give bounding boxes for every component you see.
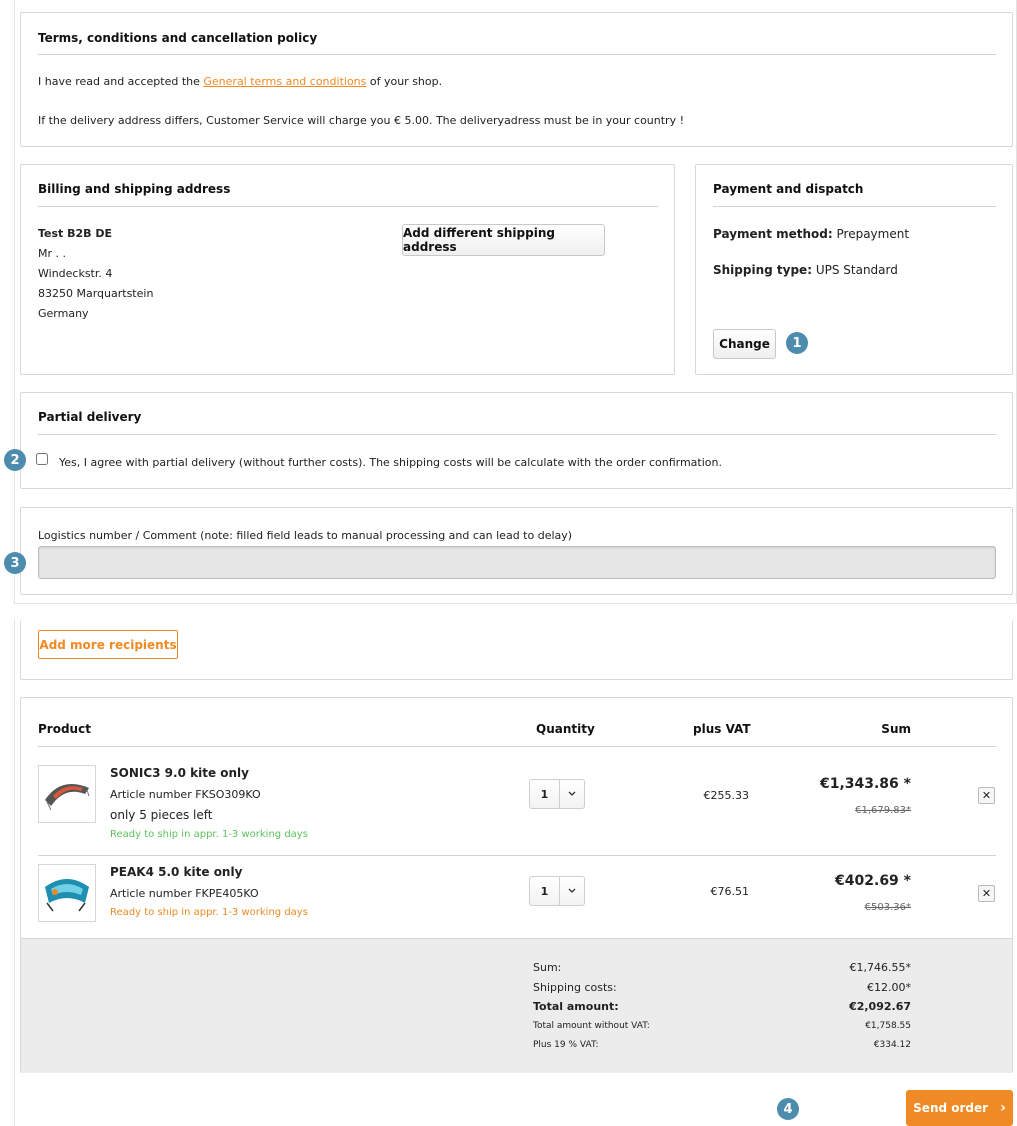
send-order-button[interactable]: Send order › bbox=[906, 1090, 1013, 1126]
product-name[interactable]: SONIC3 9.0 kite only bbox=[110, 766, 249, 780]
quantity-value: 1 bbox=[530, 780, 560, 808]
shipping-type-label: Shipping type: bbox=[713, 263, 812, 277]
terms-accept-prefix: I have read and accepted the bbox=[38, 75, 204, 88]
shipping-costs-value: €12.00* bbox=[867, 981, 911, 994]
divider bbox=[38, 54, 996, 55]
header-sum: Sum bbox=[881, 722, 911, 736]
remove-item-button[interactable]: ✕ bbox=[978, 787, 995, 804]
price-current: €402.69 * bbox=[835, 873, 911, 889]
annotation-badge-1: 1 bbox=[786, 332, 808, 354]
billing-salutation: Mr . . bbox=[38, 247, 66, 260]
comment-label: Logistics number / Comment (note: filled… bbox=[38, 529, 573, 542]
sum-label: Sum: bbox=[533, 961, 562, 974]
table-row: SONIC3 9.0 kite only Article number FKSO… bbox=[21, 747, 1012, 855]
net-amount-value: €1,758.55 bbox=[865, 1021, 911, 1031]
article-number: Article number FKPE405KO bbox=[110, 887, 259, 900]
annotation-badge-2: 2 bbox=[4, 449, 26, 471]
payment-title: Payment and dispatch bbox=[713, 182, 864, 196]
header-vat: plus VAT bbox=[693, 722, 751, 736]
shipping-costs-label: Shipping costs: bbox=[533, 981, 617, 994]
frame-top-left-line bbox=[14, 0, 15, 604]
divider bbox=[38, 434, 996, 435]
header-quantity: Quantity bbox=[536, 722, 595, 736]
divider bbox=[38, 206, 658, 207]
cart-table: Product Quantity plus VAT Sum SONIC3 9.0… bbox=[20, 697, 1013, 1073]
product-name[interactable]: PEAK4 5.0 kite only bbox=[110, 865, 242, 879]
vat-amount: €255.33 bbox=[703, 789, 750, 802]
net-amount-label: Total amount without VAT: bbox=[533, 1021, 650, 1031]
quantity-select[interactable]: 1 bbox=[529, 876, 585, 906]
annotation-badge-4: 4 bbox=[777, 1098, 799, 1120]
quantity-select[interactable]: 1 bbox=[529, 779, 585, 809]
vat-amount: €76.51 bbox=[710, 885, 750, 898]
partial-delivery-title: Partial delivery bbox=[38, 410, 142, 424]
billing-street: Windeckstr. 4 bbox=[38, 267, 113, 280]
billing-company: Test B2B DE bbox=[38, 227, 113, 240]
availability-text: Ready to ship in appr. 1-3 working days bbox=[110, 829, 308, 840]
terms-title: Terms, conditions and cancellation polic… bbox=[38, 31, 318, 45]
payment-panel: Payment and dispatch Payment method: Pre… bbox=[695, 164, 1013, 375]
vat-value: €334.12 bbox=[873, 1040, 911, 1050]
price-current: €1,343.86 * bbox=[819, 776, 911, 792]
shipping-type-value: UPS Standard bbox=[812, 263, 898, 277]
partial-delivery-panel: Partial delivery Yes, I agree with parti… bbox=[20, 392, 1013, 489]
frame-top-bottom-line bbox=[14, 603, 1017, 604]
payment-method: Payment method: Prepayment bbox=[713, 227, 909, 241]
vat-label: Plus 19 % VAT: bbox=[533, 1040, 599, 1050]
frame-bottom-left-line bbox=[14, 620, 15, 1126]
shipping-type: Shipping type: UPS Standard bbox=[713, 263, 898, 277]
annotation-badge-3: 3 bbox=[4, 552, 26, 574]
add-shipping-address-button[interactable]: Add different shipping address bbox=[402, 224, 605, 256]
billing-panel: Billing and shipping address Test B2B DE… bbox=[20, 164, 675, 375]
stock-note: only 5 pieces left bbox=[110, 808, 213, 822]
billing-country: Germany bbox=[38, 307, 89, 320]
terms-note: If the delivery address differs, Custome… bbox=[38, 114, 684, 127]
remove-item-button[interactable]: ✕ bbox=[978, 885, 995, 902]
divider bbox=[713, 206, 996, 207]
chevron-down-icon bbox=[560, 780, 584, 808]
quantity-value: 1 bbox=[530, 877, 560, 905]
partial-delivery-label: Yes, I agree with partial delivery (with… bbox=[59, 456, 722, 469]
product-image-sonic3[interactable] bbox=[38, 765, 96, 823]
change-payment-button[interactable]: Change bbox=[713, 329, 776, 359]
chevron-down-icon bbox=[560, 877, 584, 905]
recipients-panel: Add more recipients bbox=[20, 620, 1013, 680]
kite-icon bbox=[45, 784, 90, 811]
chevron-right-icon: › bbox=[1000, 1100, 1006, 1116]
send-order-label: Send order bbox=[913, 1101, 989, 1115]
kite-icon bbox=[45, 879, 89, 912]
partial-delivery-checkbox[interactable] bbox=[36, 453, 48, 465]
comment-input[interactable] bbox=[38, 546, 996, 579]
price-old: €1,679.83* bbox=[855, 805, 911, 816]
billing-title: Billing and shipping address bbox=[38, 182, 231, 196]
total-amount-label: Total amount: bbox=[533, 1000, 619, 1013]
sum-value: €1,746.55* bbox=[849, 961, 911, 974]
billing-city: 83250 Marquartstein bbox=[38, 287, 154, 300]
header-product: Product bbox=[38, 722, 91, 736]
product-image-peak4[interactable] bbox=[38, 864, 96, 922]
totals-panel: Sum: €1,746.55* Shipping costs: €12.00* … bbox=[21, 938, 1012, 1073]
availability-text: Ready to ship in appr. 1-3 working days bbox=[110, 907, 308, 918]
comment-panel: Logistics number / Comment (note: filled… bbox=[20, 507, 1013, 595]
price-old: €503.36* bbox=[864, 902, 911, 913]
article-number: Article number FKSO309KO bbox=[110, 788, 261, 801]
total-amount-value: €2,092.67 bbox=[849, 1000, 911, 1013]
terms-link[interactable]: General terms and conditions bbox=[203, 75, 366, 88]
payment-method-value: Prepayment bbox=[832, 227, 910, 241]
terms-panel: Terms, conditions and cancellation polic… bbox=[20, 12, 1013, 147]
add-recipients-button[interactable]: Add more recipients bbox=[38, 630, 178, 659]
payment-method-label: Payment method: bbox=[713, 227, 833, 241]
terms-accept-text: I have read and accepted the General ter… bbox=[38, 75, 442, 88]
table-row: PEAK4 5.0 kite only Article number FKPE4… bbox=[21, 856, 1012, 938]
terms-accept-suffix: of your shop. bbox=[366, 75, 443, 88]
